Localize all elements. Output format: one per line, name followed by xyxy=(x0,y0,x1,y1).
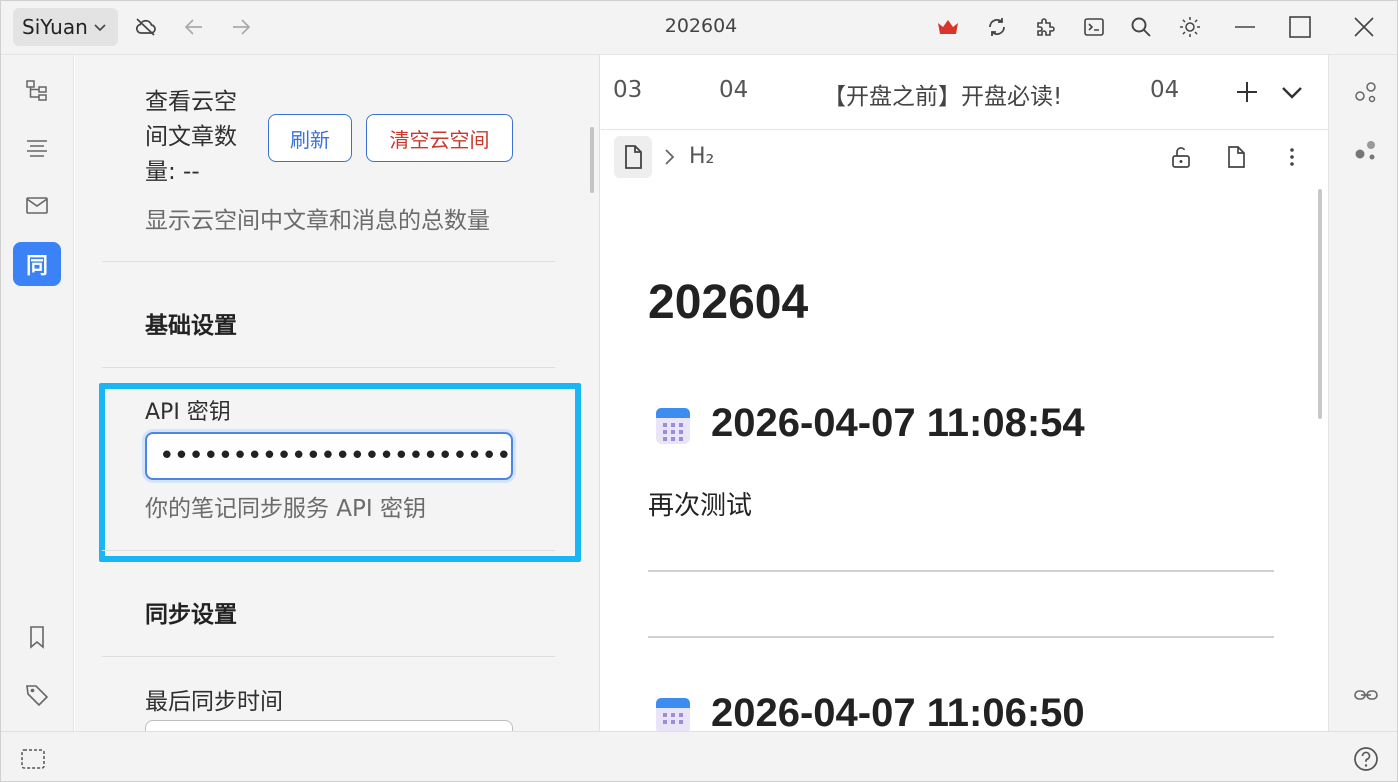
app-name: SiYuan xyxy=(22,15,88,39)
chevron-down-icon xyxy=(94,24,106,32)
tag-icon[interactable] xyxy=(13,673,61,717)
refresh-button[interactable]: 刷新 xyxy=(268,114,352,162)
breadcrumb-heading[interactable]: H₂ xyxy=(689,144,714,169)
theme-icon[interactable] xyxy=(1176,13,1204,41)
plugin-icon[interactable] xyxy=(1031,13,1059,41)
crown-icon[interactable] xyxy=(934,13,962,41)
entry-heading[interactable]: 2026-04-07 11:08:54 xyxy=(711,401,1085,446)
entry-paragraph[interactable]: 再次测试 xyxy=(648,485,752,522)
cloud-count-label: 查看云空 间文章数 量: -- xyxy=(145,85,237,190)
calendar-icon xyxy=(656,698,690,731)
add-tab-icon[interactable] xyxy=(1233,78,1261,106)
horizontal-rule xyxy=(648,636,1274,638)
unlock-icon[interactable] xyxy=(1167,143,1195,171)
divider xyxy=(102,261,555,262)
tab-03[interactable]: 03 xyxy=(613,77,642,103)
minimize-icon[interactable] xyxy=(1231,13,1259,41)
app-menu-button[interactable]: SiYuan xyxy=(13,8,118,46)
sync-settings-panel: 查看云空 间文章数 量: -- 刷新 清空云空间 显示云空间中文章和消息的总数量… xyxy=(75,55,600,731)
basic-settings-heading: 基础设置 xyxy=(145,313,237,339)
chevron-down-icon[interactable] xyxy=(1278,78,1306,106)
search-icon[interactable] xyxy=(1127,13,1155,41)
api-key-description: 你的笔记同步服务 API 密钥 xyxy=(145,496,427,522)
outline-icon[interactable] xyxy=(13,127,61,171)
calendar-icon xyxy=(656,408,690,444)
file-tree-icon[interactable] xyxy=(13,69,61,113)
tab-04[interactable]: 04 xyxy=(719,77,748,103)
cloud-count-line-3: 量: -- xyxy=(145,159,200,185)
right-dock xyxy=(1328,55,1397,731)
app-window: SiYuan 202604 同 查看云空 间文章数 量: -- 刷新 清空云空间… xyxy=(0,0,1398,782)
editor-content[interactable]: 202604 2026-04-07 11:08:54 再次测试 2026-04-… xyxy=(601,187,1328,731)
dock-toggle-icon[interactable] xyxy=(19,745,47,773)
api-key-input[interactable]: •••••••••••••••••••••••••••• xyxy=(145,432,513,480)
tab-04-second[interactable]: 04 xyxy=(1150,77,1179,103)
window-title: 202604 xyxy=(664,15,738,37)
help-icon[interactable] xyxy=(1352,745,1380,773)
cloud-off-icon[interactable] xyxy=(132,13,160,41)
editor-scrollbar[interactable] xyxy=(1318,189,1322,419)
sync-icon[interactable] xyxy=(983,13,1011,41)
cloud-count-line-1: 查看云空 xyxy=(145,89,237,115)
back-arrow-icon[interactable] xyxy=(180,13,208,41)
document-title[interactable]: 202604 xyxy=(648,275,808,330)
title-bar: SiYuan 202604 xyxy=(1,1,1397,55)
bookmark-icon[interactable] xyxy=(13,615,61,659)
left-dock: 同 xyxy=(1,55,74,731)
clear-cloud-button[interactable]: 清空云空间 xyxy=(366,114,513,162)
cloud-count-line-2: 间文章数 xyxy=(145,124,237,150)
panel-scrollbar[interactable] xyxy=(590,127,594,193)
sync-plugin-label: 同 xyxy=(25,254,48,279)
sync-settings-heading: 同步设置 xyxy=(145,602,237,628)
graph-icon[interactable] xyxy=(1351,77,1381,107)
cloud-count-description: 显示云空间中文章和消息的总数量 xyxy=(145,208,490,234)
global-graph-icon[interactable] xyxy=(1351,135,1381,165)
api-key-label: API 密钥 xyxy=(145,400,231,425)
divider xyxy=(102,367,555,368)
last-sync-field[interactable] xyxy=(145,720,513,731)
last-sync-label: 最后同步时间 xyxy=(145,689,283,715)
divider xyxy=(102,550,555,551)
backlink-icon[interactable] xyxy=(1351,680,1381,710)
sync-plugin-button[interactable]: 同 xyxy=(13,242,61,286)
tab-before-open[interactable]: 【开盘之前】开盘必读! xyxy=(823,77,1079,111)
forward-arrow-icon[interactable] xyxy=(227,13,255,41)
terminal-icon[interactable] xyxy=(1080,13,1108,41)
chevron-right-icon xyxy=(655,143,683,171)
maximize-icon[interactable] xyxy=(1286,13,1314,41)
status-bar xyxy=(1,731,1397,781)
inbox-icon[interactable] xyxy=(13,184,61,228)
doc-info-icon[interactable] xyxy=(1222,143,1250,171)
horizontal-rule xyxy=(648,570,1274,572)
divider xyxy=(102,656,555,657)
tab-bar: 03 04 【开盘之前】开盘必读! 04 xyxy=(601,55,1328,130)
more-icon[interactable] xyxy=(1278,143,1306,171)
entry-heading[interactable]: 2026-04-07 11:06:50 xyxy=(711,691,1085,731)
close-icon[interactable] xyxy=(1350,13,1378,41)
breadcrumb: H₂ xyxy=(601,131,1328,187)
document-icon[interactable] xyxy=(614,136,652,178)
